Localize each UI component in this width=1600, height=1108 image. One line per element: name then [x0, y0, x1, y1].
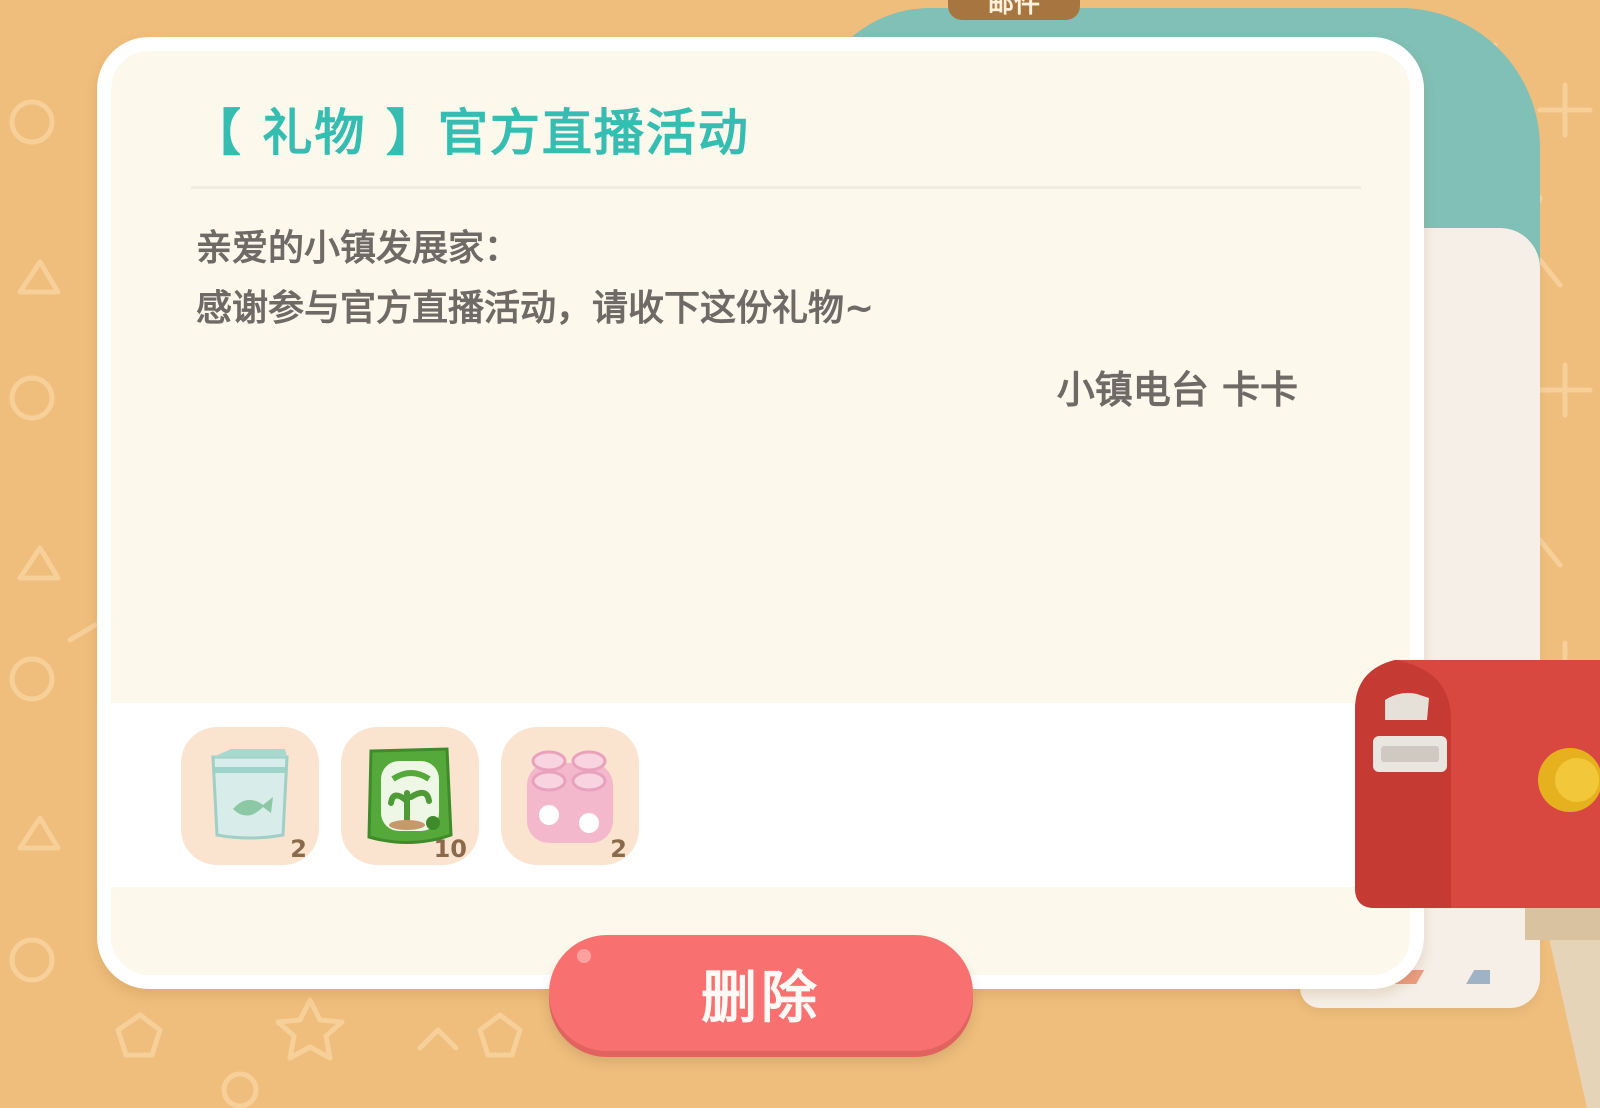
mail-message: 感谢参与官方直播活动，请收下这份礼物~ [196, 288, 875, 329]
mail-greeting: 亲爱的小镇发展家： [196, 228, 521, 269]
mail-signature: 小镇电台 卡卡 [1056, 368, 1298, 412]
mailbox-icon [1355, 660, 1600, 1108]
delete-button[interactable]: 删除 [549, 935, 973, 1051]
attachment-item[interactable]: 2 [181, 727, 319, 865]
attachment-list: 2 10 2 [111, 703, 1410, 887]
attachment-quantity: 2 [290, 835, 307, 863]
attachment-quantity: 10 [433, 835, 467, 863]
mail-card: 【 礼物 】官方直播活动 亲爱的小镇发展家： 感谢参与官方直播活动，请收下这份礼… [97, 37, 1424, 989]
mail-title: 【 礼物 】官方直播活动 [191, 104, 750, 162]
attachment-quantity: 2 [610, 835, 627, 863]
mail-body: 亲爱的小镇发展家： 感谢参与官方直播活动，请收下这份礼物~ [196, 219, 874, 339]
button-highlight [577, 949, 591, 963]
attachment-item[interactable]: 10 [341, 727, 479, 865]
title-divider [191, 186, 1361, 189]
mail-tab-label: 邮件 [948, 0, 1080, 20]
delete-button-label: 删除 [701, 965, 821, 1031]
attachment-item[interactable]: 2 [501, 727, 639, 865]
